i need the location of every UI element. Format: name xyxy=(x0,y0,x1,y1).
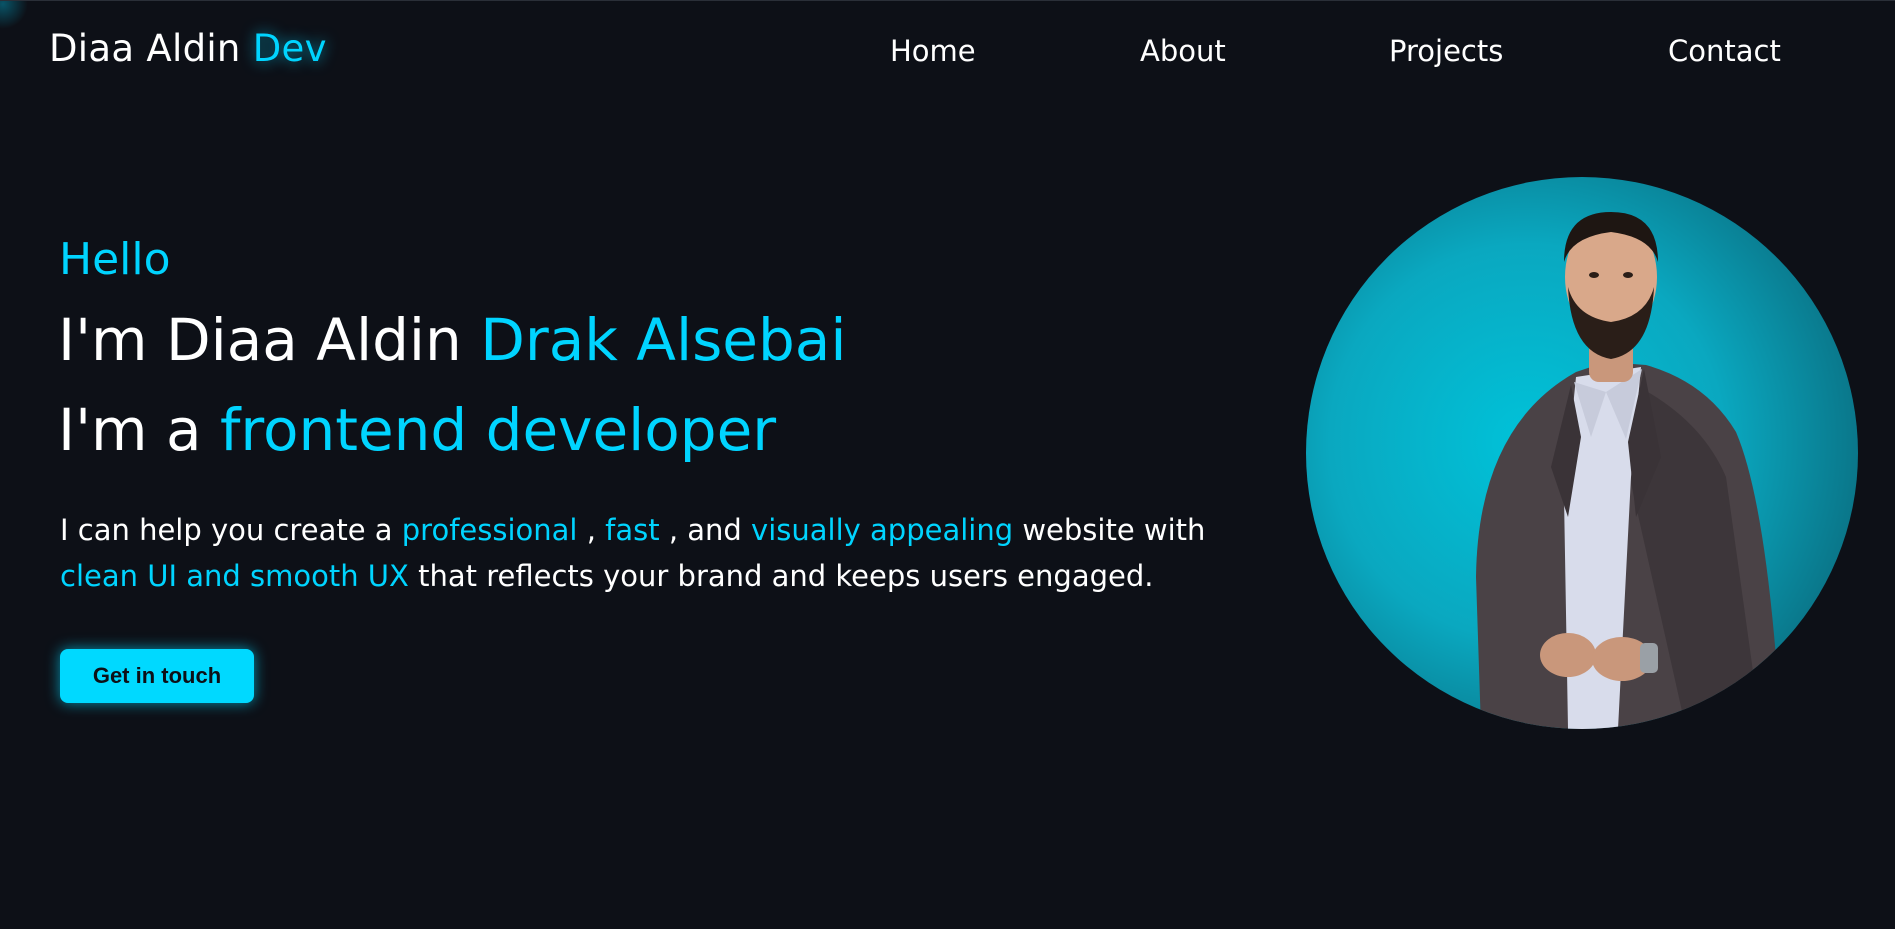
intro-text: , and xyxy=(668,513,742,547)
hero-greeting: Hello xyxy=(59,234,171,285)
nav-link-contact[interactable]: Contact xyxy=(1668,34,1781,68)
intro-text: I can help you create a xyxy=(60,513,393,547)
hero-headline-role: I'm a frontend developer xyxy=(58,396,776,464)
headline-role-prefix: I'm a xyxy=(58,396,202,464)
main-nav: Home About Projects Contact xyxy=(0,34,1895,74)
intro-text: , xyxy=(586,513,596,547)
headline-name-accent: Drak Alsebai xyxy=(480,306,847,374)
intro-text: website with xyxy=(1022,513,1206,547)
intro-highlight: visually appealing xyxy=(751,513,1014,547)
hero-headline-name: I'm Diaa Aldin Drak Alsebai xyxy=(58,306,846,374)
corner-glow xyxy=(0,1,28,29)
intro-highlight: clean UI and smooth UX xyxy=(60,559,409,593)
get-in-touch-button[interactable]: Get in touch xyxy=(60,649,254,703)
profile-photo xyxy=(1306,177,1858,729)
intro-line-2: clean UI and smooth UX that reflects you… xyxy=(60,553,1260,599)
intro-highlight: professional xyxy=(401,513,578,547)
headline-role-accent: frontend developer xyxy=(219,396,777,464)
nav-link-home[interactable]: Home xyxy=(890,34,976,68)
nav-link-about[interactable]: About xyxy=(1140,34,1226,68)
page: Diaa Aldin Dev Home About Projects Conta… xyxy=(0,0,1895,929)
hero-intro: I can help you create a professional , f… xyxy=(60,507,1260,599)
intro-text: that reflects your brand and keeps users… xyxy=(418,559,1154,593)
headline-name-prefix: I'm Diaa Aldin xyxy=(58,306,462,374)
intro-highlight: fast xyxy=(605,513,660,547)
intro-line-1: I can help you create a professional , f… xyxy=(60,507,1260,553)
nav-link-projects[interactable]: Projects xyxy=(1389,34,1503,68)
